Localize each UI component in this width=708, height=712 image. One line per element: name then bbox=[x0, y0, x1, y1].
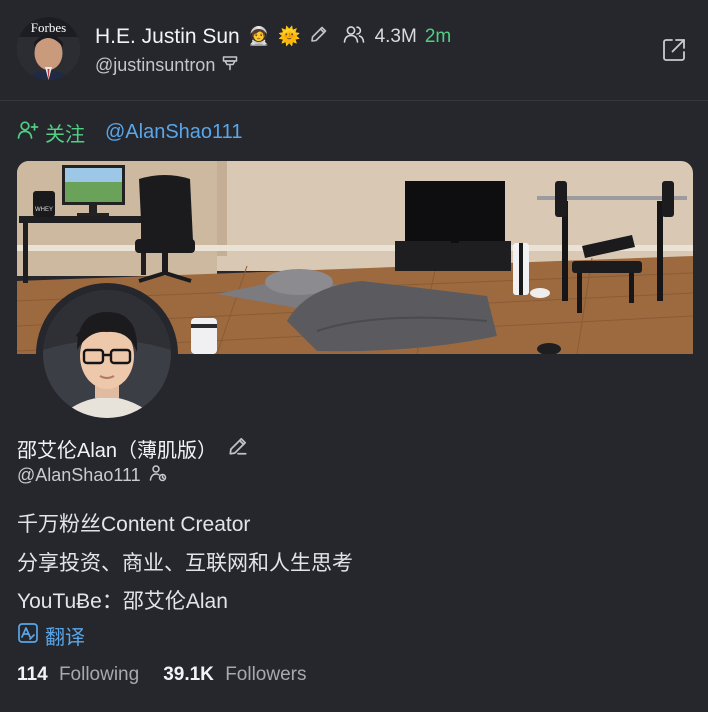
followers-link[interactable]: 39.1K Followers bbox=[163, 664, 306, 686]
author-handle[interactable]: @justinsuntron bbox=[95, 55, 215, 76]
translate-icon bbox=[17, 622, 39, 650]
user-clock-icon bbox=[149, 464, 167, 487]
bio-line: YouTuɃe：邵艾伦Alan bbox=[17, 590, 228, 613]
follow-action-line: 关注 @AlanShao111 bbox=[17, 118, 242, 147]
follow-target-mention[interactable]: @AlanShao111 bbox=[105, 121, 242, 144]
bio-line: 千万粉丝Content Creator bbox=[17, 513, 251, 536]
jar-label: WHEY bbox=[35, 207, 53, 213]
translate-button[interactable]: 翻译 bbox=[17, 621, 85, 650]
following-label: Following bbox=[58, 664, 140, 685]
sun-emoji: 🌞 bbox=[278, 26, 301, 47]
time-ago: 2m bbox=[424, 25, 452, 47]
profile-handle[interactable]: @AlanShao111 bbox=[17, 465, 141, 486]
astronaut-emoji: 🧑‍🚀 bbox=[247, 26, 271, 47]
followers-label: Followers bbox=[225, 664, 307, 685]
user-plus-icon bbox=[17, 120, 39, 146]
followers-count: 39.1K bbox=[163, 664, 214, 685]
edit-pencil-icon[interactable] bbox=[309, 24, 329, 49]
filter-icon[interactable] bbox=[221, 54, 239, 77]
translate-label: 翻译 bbox=[45, 627, 85, 649]
profile-bio: 千万粉丝Content Creator 分享投资、商业、互联网和人生思考 You… bbox=[17, 506, 353, 622]
external-link-icon[interactable] bbox=[661, 37, 687, 63]
follow-verb: 关注 bbox=[45, 124, 85, 146]
author-name[interactable]: H.E. Justin Sun bbox=[95, 25, 240, 49]
header-divider bbox=[0, 100, 708, 101]
bio-line: 分享投资、商业、互联网和人生思考 bbox=[17, 551, 353, 575]
users-icon bbox=[343, 24, 365, 49]
author-avatar[interactable]: Forbes bbox=[17, 17, 80, 80]
following-link[interactable]: 114 Following bbox=[17, 664, 139, 686]
profile-avatar[interactable] bbox=[36, 283, 178, 425]
follower-count: 4.3M bbox=[374, 25, 417, 47]
edit-pencil-icon[interactable] bbox=[227, 435, 249, 462]
profile-stats: 114 Following 39.1K Followers bbox=[17, 664, 307, 686]
profile-handle-line: @AlanShao111 bbox=[17, 464, 167, 487]
profile-name-line: 邵艾伦Alan（薄肌版） bbox=[17, 434, 249, 463]
profile-display-name[interactable]: 邵艾伦Alan（薄肌版） bbox=[17, 434, 217, 463]
post-header: Forbes H.E. Justin Sun 🧑‍🚀 🌞 4.3 bbox=[0, 0, 708, 100]
author-line: H.E. Justin Sun 🧑‍🚀 🌞 4.3M 2m bbox=[95, 24, 451, 49]
following-count: 114 bbox=[17, 664, 48, 685]
handle-line: @justinsuntron bbox=[95, 54, 239, 77]
forbes-logo-text: Forbes bbox=[31, 20, 66, 35]
